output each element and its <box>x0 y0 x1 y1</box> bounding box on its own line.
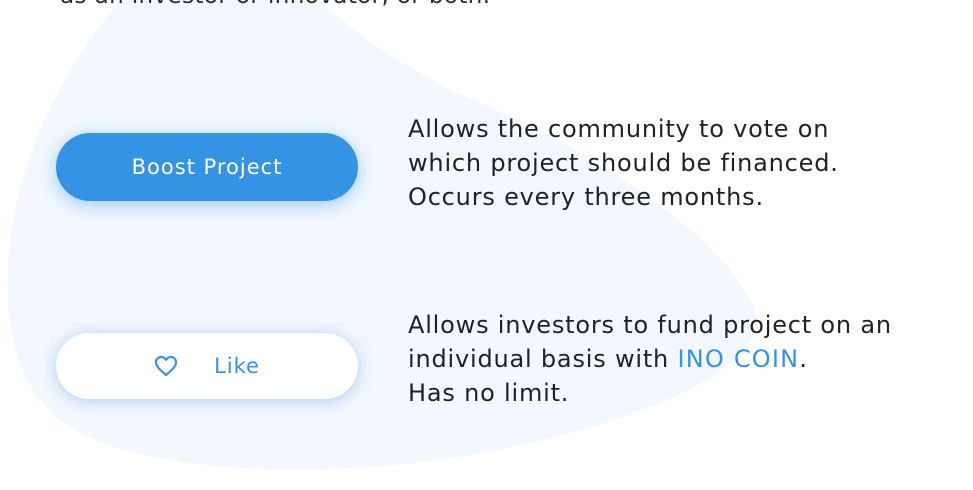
boost-project-button[interactable]: Boost Project <box>56 133 358 201</box>
like-description-text: individual basis with <box>408 345 678 373</box>
like-description-line: individual basis with INO COIN. <box>408 342 968 376</box>
like-description-line: Allows investors to fund project on an <box>408 311 892 339</box>
ino-coin-highlight: INO COIN <box>677 345 800 373</box>
boost-project-label: Boost Project <box>131 155 283 179</box>
like-description-period: . <box>799 345 808 373</box>
background-blob <box>7 0 757 470</box>
boost-description: Allows the community to vote on which pr… <box>408 112 968 214</box>
boost-description-line: Occurs every three months. <box>408 183 764 211</box>
boost-description-line: Allows the community to vote on <box>408 115 830 143</box>
like-description: Allows investors to fund project on an i… <box>408 308 968 410</box>
boost-description-line: which project should be financed. <box>408 149 839 177</box>
heart-icon <box>154 355 178 377</box>
like-description-line: Has no limit. <box>408 379 570 407</box>
like-label: Like <box>214 354 260 378</box>
intro-text: as an investor or innovator, or both. <box>60 0 490 9</box>
like-button[interactable]: Like <box>56 333 358 399</box>
